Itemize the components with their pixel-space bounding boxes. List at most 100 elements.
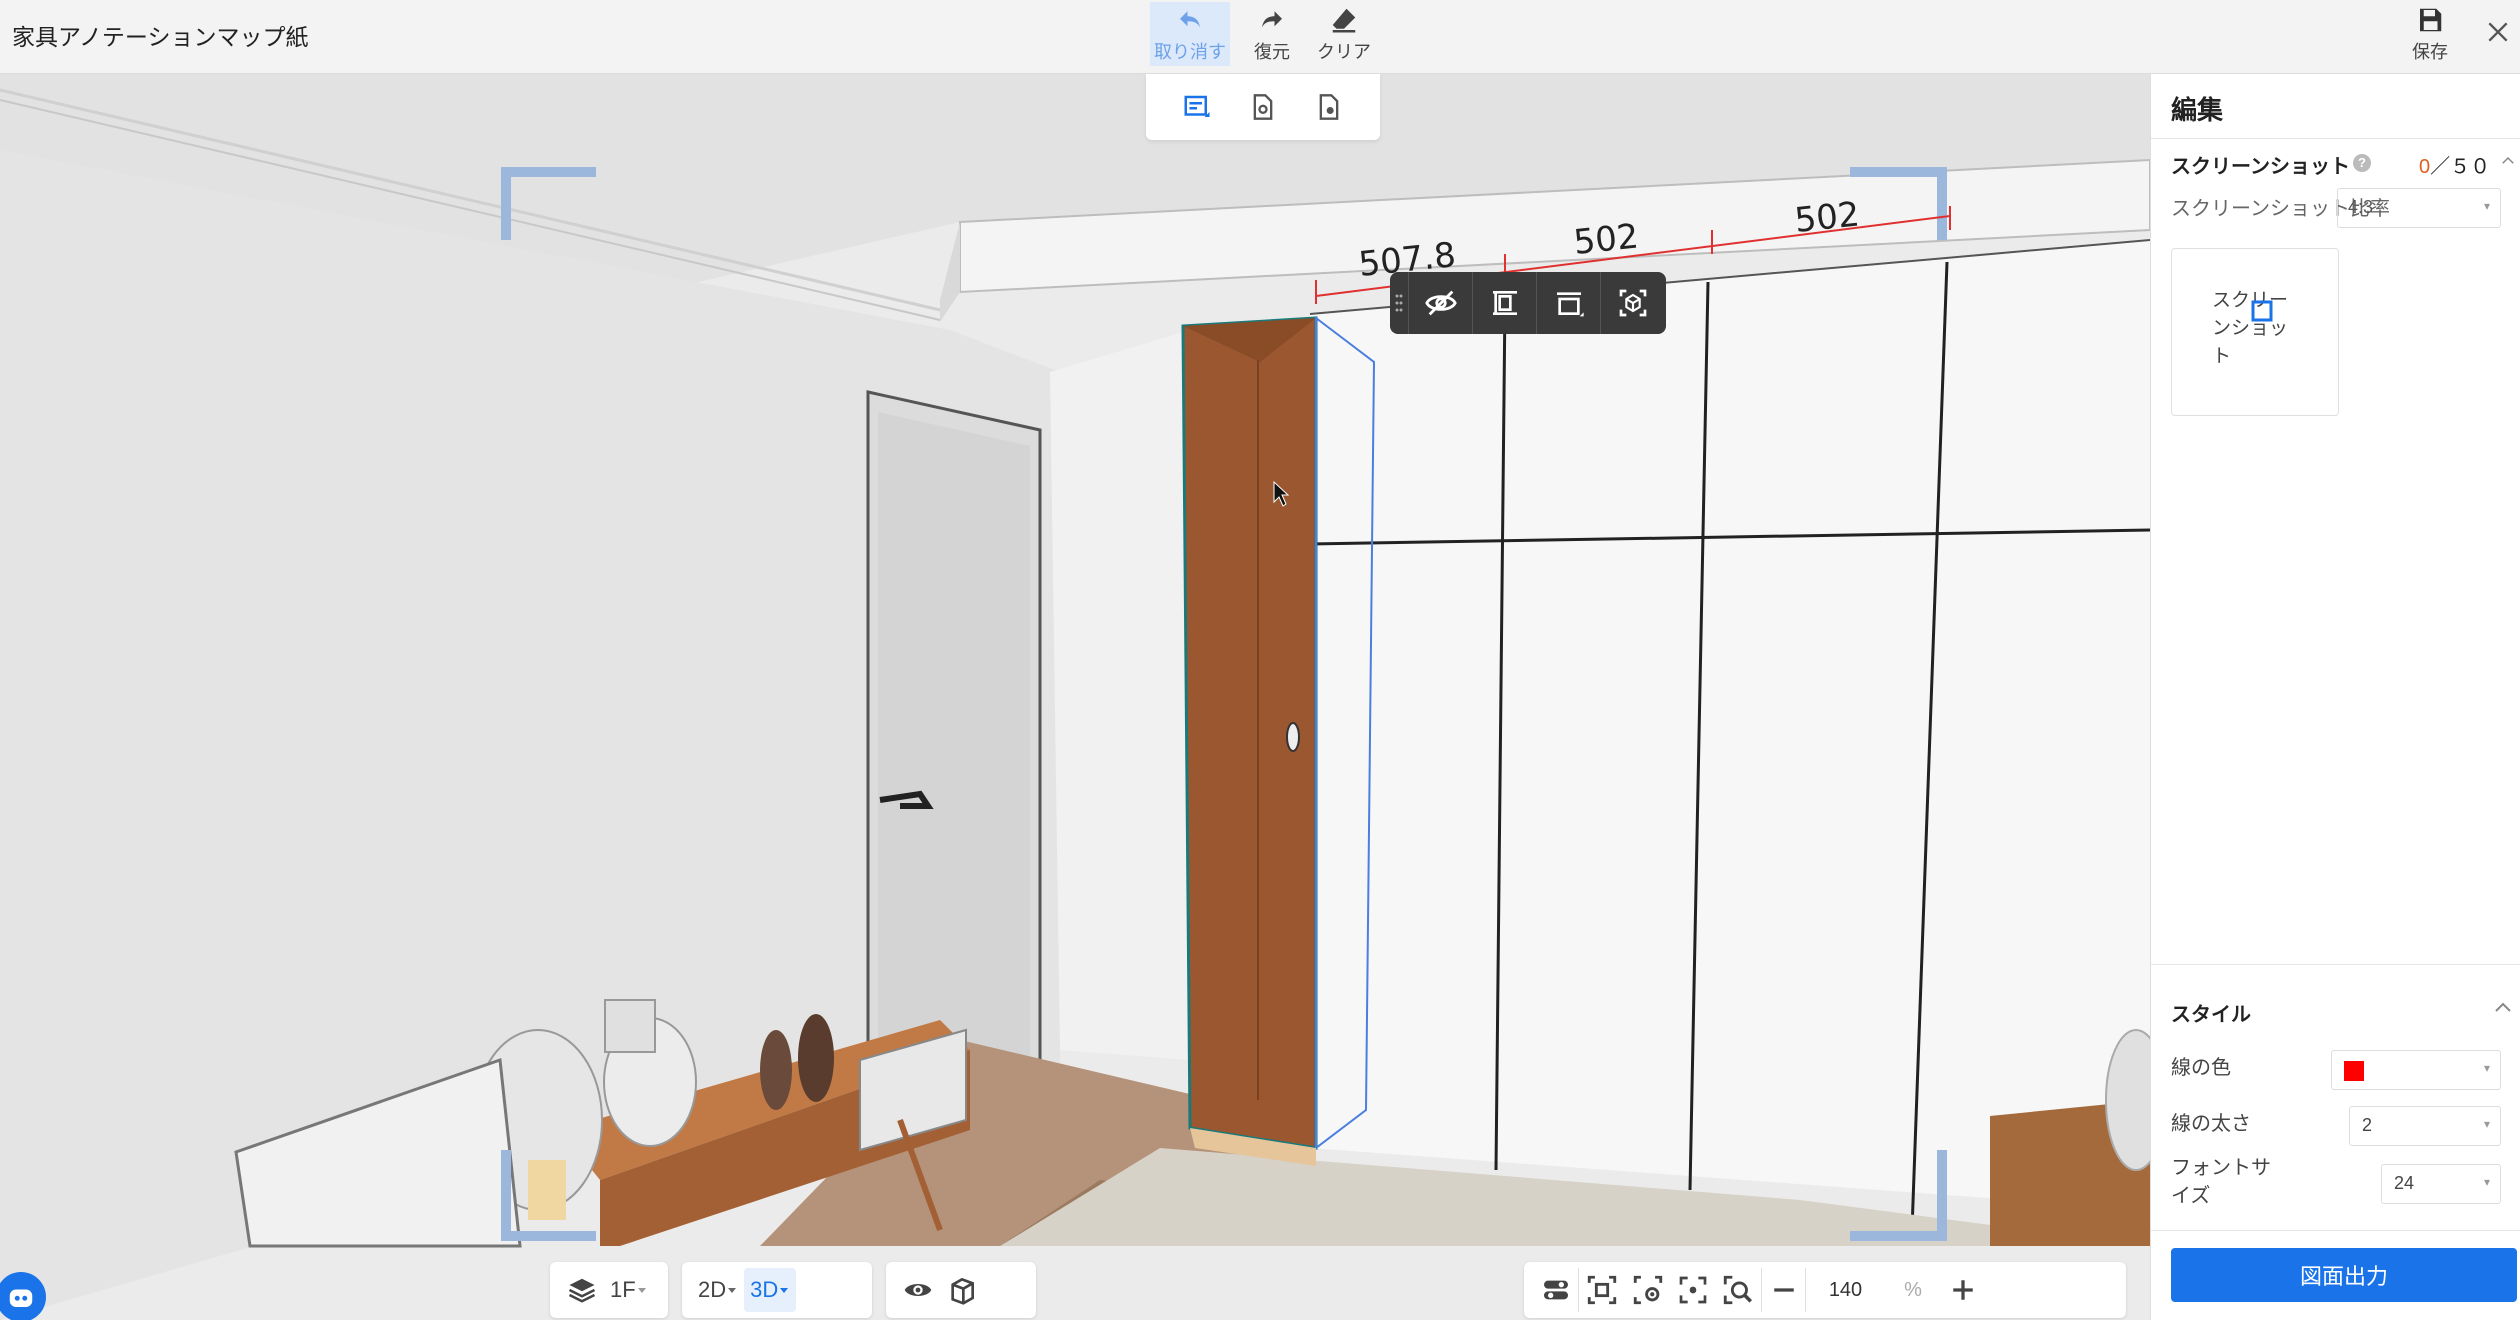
floor-dropdown[interactable]: 1F bbox=[604, 1268, 654, 1312]
zoom-frame-icon bbox=[1723, 1275, 1753, 1305]
caret-down-icon bbox=[780, 1288, 789, 1293]
line-color-swatch bbox=[2344, 1061, 2364, 1081]
view-3d-label: 3D bbox=[750, 1277, 779, 1302]
caret-down-icon bbox=[728, 1288, 737, 1293]
zoom-value[interactable]: 140 bbox=[1805, 1268, 1885, 1312]
line-color-select[interactable]: ▾ bbox=[2331, 1050, 2501, 1090]
panel-divider bbox=[2151, 138, 2520, 139]
view-mode-toggle: 2D 3D bbox=[682, 1262, 872, 1318]
panel-title: 編集 bbox=[2171, 95, 2224, 125]
page-export-button[interactable] bbox=[1309, 87, 1349, 127]
panel-divider bbox=[2151, 1230, 2520, 1231]
floor-label: 1F bbox=[610, 1277, 636, 1302]
view-2d-button[interactable]: 2D bbox=[692, 1268, 744, 1312]
document-gear-icon bbox=[1253, 94, 1273, 120]
view-3d-button[interactable]: 3D bbox=[744, 1268, 797, 1312]
screenshot-count-current: 0 bbox=[2419, 156, 2431, 178]
caret-down-icon bbox=[637, 1288, 646, 1293]
line-width-label: 線の太さ bbox=[2171, 1113, 2251, 1135]
close-icon bbox=[2488, 22, 2508, 42]
caret-down-icon: ▾ bbox=[2483, 1175, 2490, 1189]
cube-icon bbox=[951, 1277, 974, 1305]
minus-icon bbox=[1773, 1288, 1794, 1292]
font-size-value: 24 bbox=[2394, 1173, 2415, 1193]
screenshot-label: スクリーンショット bbox=[2171, 156, 2350, 178]
plus-icon bbox=[1953, 1280, 1973, 1300]
focus-icon bbox=[1679, 1276, 1707, 1304]
zoom-in-button[interactable] bbox=[1941, 1268, 1985, 1312]
save-button[interactable]: 保存 bbox=[2390, 2, 2470, 66]
3d-view-button[interactable] bbox=[1600, 272, 1664, 334]
screenshot-ratio-value: 4:3 bbox=[2348, 197, 2374, 217]
object-toolbar bbox=[1390, 272, 1666, 334]
screenshot-counter: 0／５０ bbox=[2419, 150, 2490, 179]
eye-icon bbox=[904, 1284, 932, 1296]
annotation-mode-toolbar bbox=[1146, 74, 1380, 140]
font-size-select[interactable]: 24 ▾ bbox=[2381, 1164, 2501, 1204]
width-dimension-button[interactable] bbox=[1472, 272, 1536, 334]
undo-button[interactable]: 取り消す bbox=[1150, 2, 1230, 66]
room-scene[interactable]: 507.8 502 502 bbox=[0, 74, 2150, 1320]
display-tools bbox=[886, 1262, 1036, 1318]
dimension-label-2: 502 bbox=[1572, 216, 1641, 263]
camera-settings-button[interactable] bbox=[1625, 1268, 1671, 1312]
capture-frame-icon bbox=[2251, 300, 2273, 322]
layers-icon bbox=[568, 1278, 596, 1303]
dimension-height-icon bbox=[1556, 292, 1584, 317]
screenshot-count-max: ５０ bbox=[2450, 156, 2491, 178]
save-icon bbox=[2420, 8, 2442, 31]
clear-button[interactable]: クリア bbox=[1304, 2, 1384, 66]
app-title: 家具アノテーションマップ紙 bbox=[12, 24, 309, 50]
screenshot-count-separator: ／ bbox=[2430, 156, 2451, 178]
screenshot-ratio-select[interactable]: 4:3 ▾ bbox=[2337, 188, 2501, 228]
visibility-button[interactable] bbox=[896, 1268, 940, 1312]
export-drawing-button[interactable]: 図面出力 bbox=[2171, 1248, 2517, 1302]
hide-button[interactable] bbox=[1408, 272, 1472, 334]
grip-icon bbox=[1395, 294, 1403, 312]
line-width-select[interactable]: 2 ▾ bbox=[2349, 1106, 2501, 1146]
document-settings-icon bbox=[1319, 94, 1339, 120]
zoom-region-button[interactable] bbox=[1715, 1268, 1761, 1312]
annotate-mode-button[interactable] bbox=[1177, 87, 1217, 127]
eye-off-icon bbox=[1424, 290, 1457, 316]
toggle-icon bbox=[1544, 1280, 1568, 1300]
material-view-button[interactable] bbox=[940, 1268, 984, 1312]
dimension-label-3: 502 bbox=[1793, 194, 1862, 241]
camera-tools: 140 % bbox=[1524, 1262, 2126, 1318]
style-section-label: スタイル bbox=[2171, 1004, 2251, 1026]
redo-button[interactable]: 復元 bbox=[1232, 2, 1312, 66]
caret-down-icon: ▾ bbox=[2483, 199, 2490, 213]
assistant-avatar[interactable] bbox=[0, 1272, 46, 1320]
redo-label: 復元 bbox=[1254, 41, 1290, 62]
save-label: 保存 bbox=[2412, 41, 2448, 62]
focus-button[interactable] bbox=[1671, 1268, 1715, 1312]
line-color-label: 線の色 bbox=[2171, 1057, 2231, 1079]
zoom-unit: % bbox=[1904, 1278, 1922, 1301]
floor-selector: 1F bbox=[550, 1262, 668, 1318]
eraser-icon bbox=[1332, 8, 1356, 32]
cube-focus-icon bbox=[1619, 289, 1646, 317]
drag-handle[interactable] bbox=[1390, 272, 1408, 334]
close-button[interactable] bbox=[2478, 12, 2518, 52]
note-edit-icon bbox=[1184, 95, 1210, 117]
font-size-label: フォントサイズ bbox=[2171, 1157, 2271, 1207]
screenshot-add-card[interactable]: スクリーンショット bbox=[2171, 248, 2339, 416]
frame-gear-icon bbox=[1633, 1275, 1663, 1305]
region-select-icon bbox=[1587, 1275, 1617, 1305]
caret-down-icon: ▾ bbox=[2483, 1117, 2490, 1131]
chevron-up-icon[interactable] bbox=[2491, 996, 2515, 1020]
undo-icon bbox=[1180, 10, 1200, 27]
panel-divider bbox=[2151, 964, 2520, 965]
chevron-up-icon[interactable] bbox=[2499, 152, 2517, 170]
zoom-out-button[interactable] bbox=[1761, 1268, 1805, 1312]
height-dimension-button[interactable] bbox=[1536, 272, 1600, 334]
line-width-value: 2 bbox=[2362, 1115, 2373, 1135]
3d-viewport[interactable]: 507.8 502 502 bbox=[0, 74, 2150, 1320]
toggle-settings-button[interactable] bbox=[1534, 1268, 1578, 1312]
layers-button[interactable] bbox=[560, 1268, 604, 1312]
page-settings-button[interactable] bbox=[1243, 87, 1283, 127]
undo-label: 取り消す bbox=[1154, 41, 1226, 62]
region-capture-button[interactable] bbox=[1578, 1268, 1625, 1312]
help-icon[interactable]: ? bbox=[2353, 154, 2371, 172]
redo-icon bbox=[1262, 10, 1282, 27]
